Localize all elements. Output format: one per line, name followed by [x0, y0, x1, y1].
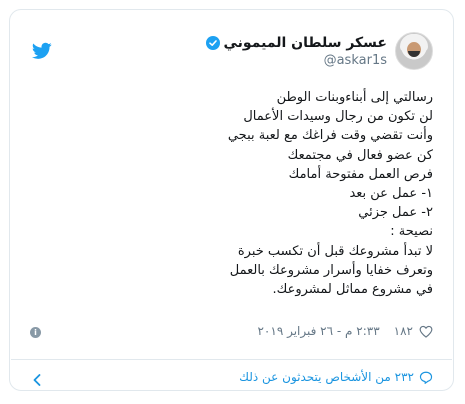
tweet-line: ٢- عمل جزئي: [358, 205, 433, 221]
tweet-footer: ٢٣٢ من الأشخاص يتحدثون عن ذلك: [30, 370, 433, 392]
heart-icon[interactable]: [419, 325, 433, 338]
tweet-text: رسالتي إلى أبناءوبنات الوطن لن تكون من ر…: [13, 88, 433, 299]
tweet-line: ١- عمل عن بعد: [349, 186, 433, 202]
avatar[interactable]: [395, 32, 433, 70]
tweet-card: عسكر سلطان الميموني @askar1s رسالتي إلى …: [9, 9, 454, 391]
verified-badge-icon: [205, 35, 220, 50]
tweet-line: لن تكون من رجال وسيدات الأعمال: [243, 109, 433, 125]
like-count[interactable]: ١٨٢: [394, 324, 413, 338]
people-talking-label[interactable]: ٢٣٢ من الأشخاص يتحدثون عن ذلك: [239, 370, 414, 384]
twitter-bird-icon[interactable]: [32, 42, 52, 60]
chevron-left-icon[interactable]: [30, 372, 44, 388]
tweet-line: وتعرف خفايا وأسرار مشروعك بالعمل: [229, 262, 433, 278]
tweet-line: وأنت تقضي وقت فراغك مع لعبة ببجي: [227, 128, 433, 144]
divider: [11, 359, 452, 360]
tweet-line: فرص العمل مفتوحة أمامك: [288, 166, 433, 182]
author-name[interactable]: عسكر سلطان الميموني: [224, 35, 387, 51]
tweet-line: كن عضو فعال في مجتمعك: [287, 147, 433, 163]
speech-bubble-icon: [419, 371, 433, 384]
info-icon[interactable]: i: [30, 327, 41, 338]
tweet-header: عسكر سلطان الميموني @askar1s: [205, 29, 433, 73]
tweet-meta: i ١٨٢ ٢:٣٣ م - ٢٦ فبراير ٢٠١٩: [30, 324, 433, 344]
author-handle[interactable]: @askar1s: [206, 53, 387, 68]
tweet-timestamp[interactable]: ٢:٣٣ م - ٢٦ فبراير ٢٠١٩: [257, 324, 379, 338]
tweet-line: لا تبدأ مشروعك قبل أن تكسب خبرة: [237, 243, 433, 259]
tweet-line: رسالتي إلى أبناءوبنات الوطن: [276, 90, 433, 105]
tweet-line: في مشروع مماثل لمشروعك.: [272, 282, 434, 298]
tweet-line: نصيحة :: [390, 224, 433, 240]
conversation-link[interactable]: ٢٣٢ من الأشخاص يتحدثون عن ذلك: [239, 370, 433, 384]
author-block[interactable]: عسكر سلطان الميموني @askar1s: [205, 35, 387, 68]
